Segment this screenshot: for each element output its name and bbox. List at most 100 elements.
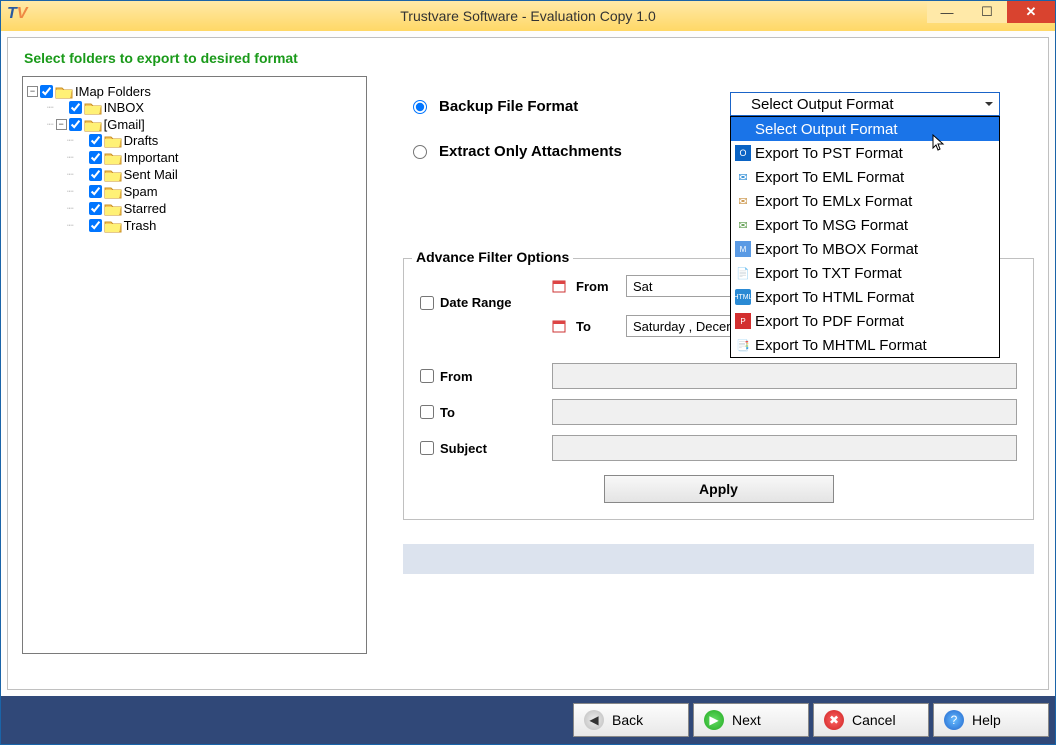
tree-item[interactable]: ┈Sent Mail [67,167,362,182]
app-window: TV Trustvare Software - Evaluation Copy … [0,0,1056,745]
checkbox-label: Subject [440,441,487,456]
tree-checkbox[interactable] [89,134,102,147]
titlebar: TV Trustvare Software - Evaluation Copy … [1,1,1055,31]
to-label: To [576,319,616,334]
checkbox[interactable] [420,405,434,419]
folder-tree: − IMap Folders ┈ [22,76,367,654]
tree-label: Sent Mail [124,167,178,182]
checkbox-label: Date Range [440,295,512,310]
tree-checkbox[interactable] [89,151,102,164]
tree-label: Starred [124,201,167,216]
chevron-down-icon [983,98,995,110]
help-icon: ? [944,710,964,730]
minimize-button[interactable]: — [927,1,967,23]
main-panel: Select folders to export to desired form… [7,37,1049,690]
dropdown-option[interactable]: 📄Export To TXT Format [731,261,999,285]
subject-checkbox[interactable]: Subject [420,441,540,456]
from-checkbox[interactable]: From [420,369,540,384]
checkbox[interactable] [420,296,434,310]
collapse-icon[interactable]: − [56,119,67,130]
output-format-select[interactable]: Select Output Format Select Output Forma… [730,92,1000,116]
tree-item[interactable]: ┈Spam [67,184,362,199]
from-filter-row: From [420,363,1017,389]
tree-item[interactable]: ┈Starred [67,201,362,216]
subject-filter-row: Subject [420,435,1017,461]
next-icon: ▶ [704,710,724,730]
collapse-icon[interactable]: − [27,86,38,97]
maximize-button[interactable]: ☐ [967,1,1007,23]
tree-checkbox[interactable] [89,219,102,232]
dropdown-option[interactable]: MExport To MBOX Format [731,237,999,261]
from-label: From [576,279,616,294]
tree-item-root[interactable]: − IMap Folders [27,84,362,99]
panel-heading: Select folders to export to desired form… [16,44,1040,76]
tree-checkbox[interactable] [89,185,102,198]
close-button[interactable]: ✕ [1007,1,1055,23]
radio-input[interactable] [413,145,427,159]
checkbox-label: To [440,405,455,420]
select-value: Select Output Format [751,96,894,113]
to-filter-row: To [420,399,1017,425]
from-input[interactable] [552,363,1017,389]
back-button[interactable]: ◀ Back [573,703,689,737]
main-row: − IMap Folders ┈ [16,76,1040,683]
content-area: Select folders to export to desired form… [1,31,1055,696]
dropdown-option[interactable]: 📑Export To MHTML Format [731,333,999,357]
dropdown-list: Select Output FormatOExport To PST Forma… [730,116,1000,358]
tree-item[interactable]: ┈Trash [67,218,362,233]
radio-label: Backup File Format [439,98,578,115]
checkbox[interactable] [420,369,434,383]
cancel-button[interactable]: ✖ Cancel [813,703,929,737]
tree-item-gmail[interactable]: ┈ − [Gmail] [47,117,362,132]
folder-icon [104,134,122,148]
folder-icon [104,202,122,216]
apply-button[interactable]: Apply [604,475,834,503]
app-logo: TV [7,5,27,23]
select-display[interactable]: Select Output Format [730,92,1000,116]
to-checkbox[interactable]: To [420,405,540,420]
tree-label: Important [124,150,179,165]
window-controls: — ☐ ✕ [927,1,1055,23]
dropdown-option[interactable]: PExport To PDF Format [731,309,999,333]
dropdown-option[interactable]: ✉Export To EML Format [731,165,999,189]
tree-item-inbox[interactable]: ┈ INBOX [47,100,362,115]
radio-label: Extract Only Attachments [439,143,622,160]
next-button[interactable]: ▶ Next [693,703,809,737]
dropdown-option[interactable]: ✉Export To EMLx Format [731,189,999,213]
dropdown-option[interactable]: ✉Export To MSG Format [731,213,999,237]
checkbox[interactable] [420,441,434,455]
filter-legend: Advance Filter Options [412,249,573,265]
window-title: Trustvare Software - Evaluation Copy 1.0 [1,8,1055,24]
tree-checkbox[interactable] [69,101,82,114]
help-button[interactable]: ? Help [933,703,1049,737]
tree-checkbox[interactable] [69,118,82,131]
folder-icon [104,185,122,199]
footer-bar: ◀ Back ▶ Next ✖ Cancel ? Help [1,696,1055,744]
calendar-icon [552,319,566,333]
tree-label: Drafts [124,133,159,148]
folder-icon [84,101,102,115]
tree-checkbox[interactable] [40,85,53,98]
dropdown-option[interactable]: Select Output Format [731,117,999,141]
calendar-icon [552,279,566,293]
tree-label: IMap Folders [75,84,151,99]
to-input[interactable] [552,399,1017,425]
tree-label: Spam [124,184,158,199]
tree-checkbox[interactable] [89,168,102,181]
dropdown-option[interactable]: OExport To PST Format [731,141,999,165]
back-icon: ◀ [584,710,604,730]
checkbox-label: From [440,369,473,384]
tree-item[interactable]: ┈Drafts [67,133,362,148]
folder-icon [55,85,73,99]
tree-label: INBOX [104,100,144,115]
cancel-icon: ✖ [824,710,844,730]
tree-checkbox[interactable] [89,202,102,215]
tree-label: [Gmail] [104,117,145,132]
folder-icon [104,219,122,233]
spacer-strip [403,544,1034,574]
date-range-checkbox-row[interactable]: Date Range [420,295,540,310]
dropdown-option[interactable]: HTMLExport To HTML Format [731,285,999,309]
tree-item[interactable]: ┈Important [67,150,362,165]
radio-input[interactable] [413,100,427,114]
subject-input[interactable] [552,435,1017,461]
